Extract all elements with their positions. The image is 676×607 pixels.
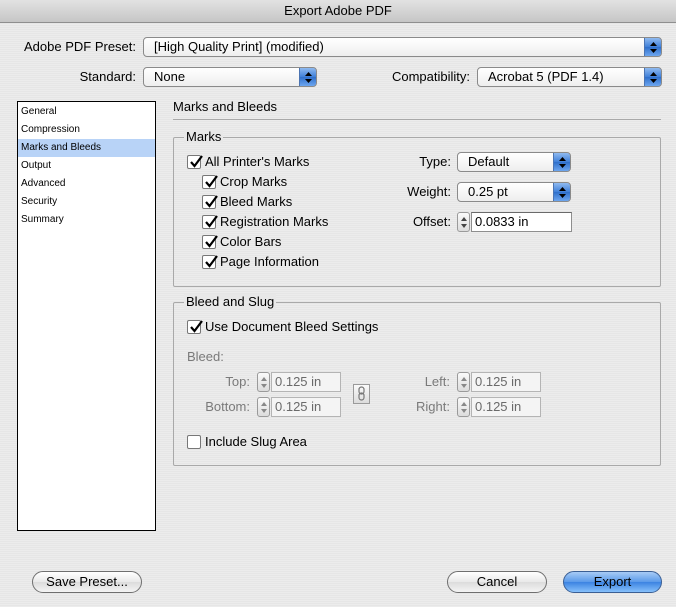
offset-stepper[interactable] bbox=[457, 212, 470, 232]
marks-group-title: Marks bbox=[184, 129, 224, 144]
crop-marks-checkbox[interactable] bbox=[202, 175, 218, 189]
use-document-bleed-label: Use Document Bleed Settings bbox=[205, 319, 379, 334]
type-label: Type: bbox=[419, 154, 451, 169]
updown-arrows-icon bbox=[553, 153, 570, 171]
sidebar-item-security[interactable]: Security bbox=[18, 193, 155, 211]
save-preset-button[interactable]: Save Preset... bbox=[32, 571, 142, 593]
type-dropdown[interactable]: Default bbox=[457, 152, 571, 172]
updown-arrows-icon bbox=[644, 38, 661, 56]
stepper-arrows-icon bbox=[261, 377, 267, 388]
all-printers-marks-checkbox[interactable] bbox=[187, 155, 203, 169]
right-label: Right: bbox=[416, 399, 450, 414]
standard-value: None bbox=[154, 69, 186, 84]
bottom-label: Bottom: bbox=[205, 399, 250, 414]
sidebar-item-general[interactable]: General bbox=[18, 103, 155, 121]
bottom-field[interactable]: 0.125 in bbox=[271, 397, 341, 417]
cancel-button[interactable]: Cancel bbox=[447, 571, 547, 593]
type-value: Default bbox=[468, 154, 510, 169]
top-field[interactable]: 0.125 in bbox=[271, 372, 341, 392]
checkmark-icon bbox=[205, 255, 218, 268]
bottom-stepper[interactable] bbox=[257, 397, 270, 417]
updown-arrows-icon bbox=[299, 68, 316, 86]
category-list: General Compression Marks and Bleeds Out… bbox=[17, 101, 156, 531]
sidebar-item-summary[interactable]: Summary bbox=[18, 211, 155, 229]
checkmark-icon bbox=[205, 235, 218, 248]
registration-marks-checkbox[interactable] bbox=[202, 215, 218, 229]
top-label: Top: bbox=[225, 374, 250, 389]
include-slug-area-checkbox[interactable] bbox=[187, 435, 201, 449]
weight-label: Weight: bbox=[407, 184, 451, 199]
right-stepper[interactable] bbox=[457, 397, 470, 417]
preset-value: [High Quality Print] (modified) bbox=[154, 39, 324, 54]
bleed-marks-label: Bleed Marks bbox=[220, 194, 293, 209]
weight-dropdown[interactable]: 0.25 pt bbox=[457, 182, 571, 202]
stepper-arrows-icon bbox=[261, 402, 267, 413]
export-button[interactable]: Export bbox=[563, 571, 662, 593]
preset-label: Adobe PDF Preset: bbox=[24, 39, 136, 54]
preset-dropdown[interactable]: [High Quality Print] (modified) bbox=[143, 37, 662, 57]
checkmark-icon bbox=[190, 155, 203, 168]
all-printers-marks-label: All Printer's Marks bbox=[205, 154, 310, 169]
weight-value: 0.25 pt bbox=[468, 184, 508, 199]
sidebar-item-compression[interactable]: Compression bbox=[18, 121, 155, 139]
sidebar-item-marks-and-bleeds[interactable]: Marks and Bleeds bbox=[18, 139, 155, 157]
window-titlebar: Export Adobe PDF bbox=[0, 0, 676, 23]
offset-label: Offset: bbox=[412, 214, 451, 229]
standard-label: Standard: bbox=[79, 69, 136, 84]
checkmark-icon bbox=[205, 195, 218, 208]
left-field[interactable]: 0.125 in bbox=[471, 372, 541, 392]
registration-marks-label: Registration Marks bbox=[220, 214, 329, 229]
stepper-arrows-icon bbox=[461, 377, 467, 388]
window-title: Export Adobe PDF bbox=[284, 3, 392, 18]
left-stepper[interactable] bbox=[457, 372, 470, 392]
sidebar-item-output[interactable]: Output bbox=[18, 157, 155, 175]
right-field[interactable]: 0.125 in bbox=[471, 397, 541, 417]
use-document-bleed-checkbox[interactable] bbox=[187, 320, 203, 334]
stepper-arrows-icon bbox=[461, 402, 467, 413]
crop-marks-label: Crop Marks bbox=[220, 174, 288, 189]
panel-title: Marks and Bleeds bbox=[173, 99, 278, 114]
include-slug-area-label: Include Slug Area bbox=[205, 434, 307, 449]
chain-link-button[interactable] bbox=[353, 384, 370, 404]
stepper-arrows-icon bbox=[461, 217, 467, 228]
sidebar-item-advanced[interactable]: Advanced bbox=[18, 175, 155, 193]
left-label: Left: bbox=[424, 374, 450, 389]
updown-arrows-icon bbox=[553, 183, 570, 201]
compatibility-label: Compatibility: bbox=[391, 69, 470, 84]
bleed-label: Bleed: bbox=[187, 349, 224, 364]
color-bars-label: Color Bars bbox=[220, 234, 282, 249]
offset-field[interactable]: 0.0833 in bbox=[471, 212, 572, 232]
compatibility-dropdown[interactable]: Acrobat 5 (PDF 1.4) bbox=[477, 67, 662, 87]
checkmark-icon bbox=[190, 320, 203, 333]
compatibility-value: Acrobat 5 (PDF 1.4) bbox=[488, 69, 604, 84]
checkmark-icon bbox=[205, 215, 218, 228]
panel-divider bbox=[173, 119, 661, 120]
color-bars-checkbox[interactable] bbox=[202, 235, 218, 249]
chain-link-icon bbox=[358, 386, 365, 401]
page-information-checkbox[interactable] bbox=[202, 255, 218, 269]
top-stepper[interactable] bbox=[257, 372, 270, 392]
bleed-marks-checkbox[interactable] bbox=[202, 195, 218, 209]
updown-arrows-icon bbox=[644, 68, 661, 86]
checkmark-icon bbox=[205, 175, 218, 188]
bleed-slug-group-title: Bleed and Slug bbox=[184, 294, 277, 309]
page-information-label: Page Information bbox=[220, 254, 320, 269]
standard-dropdown[interactable]: None bbox=[143, 67, 317, 87]
